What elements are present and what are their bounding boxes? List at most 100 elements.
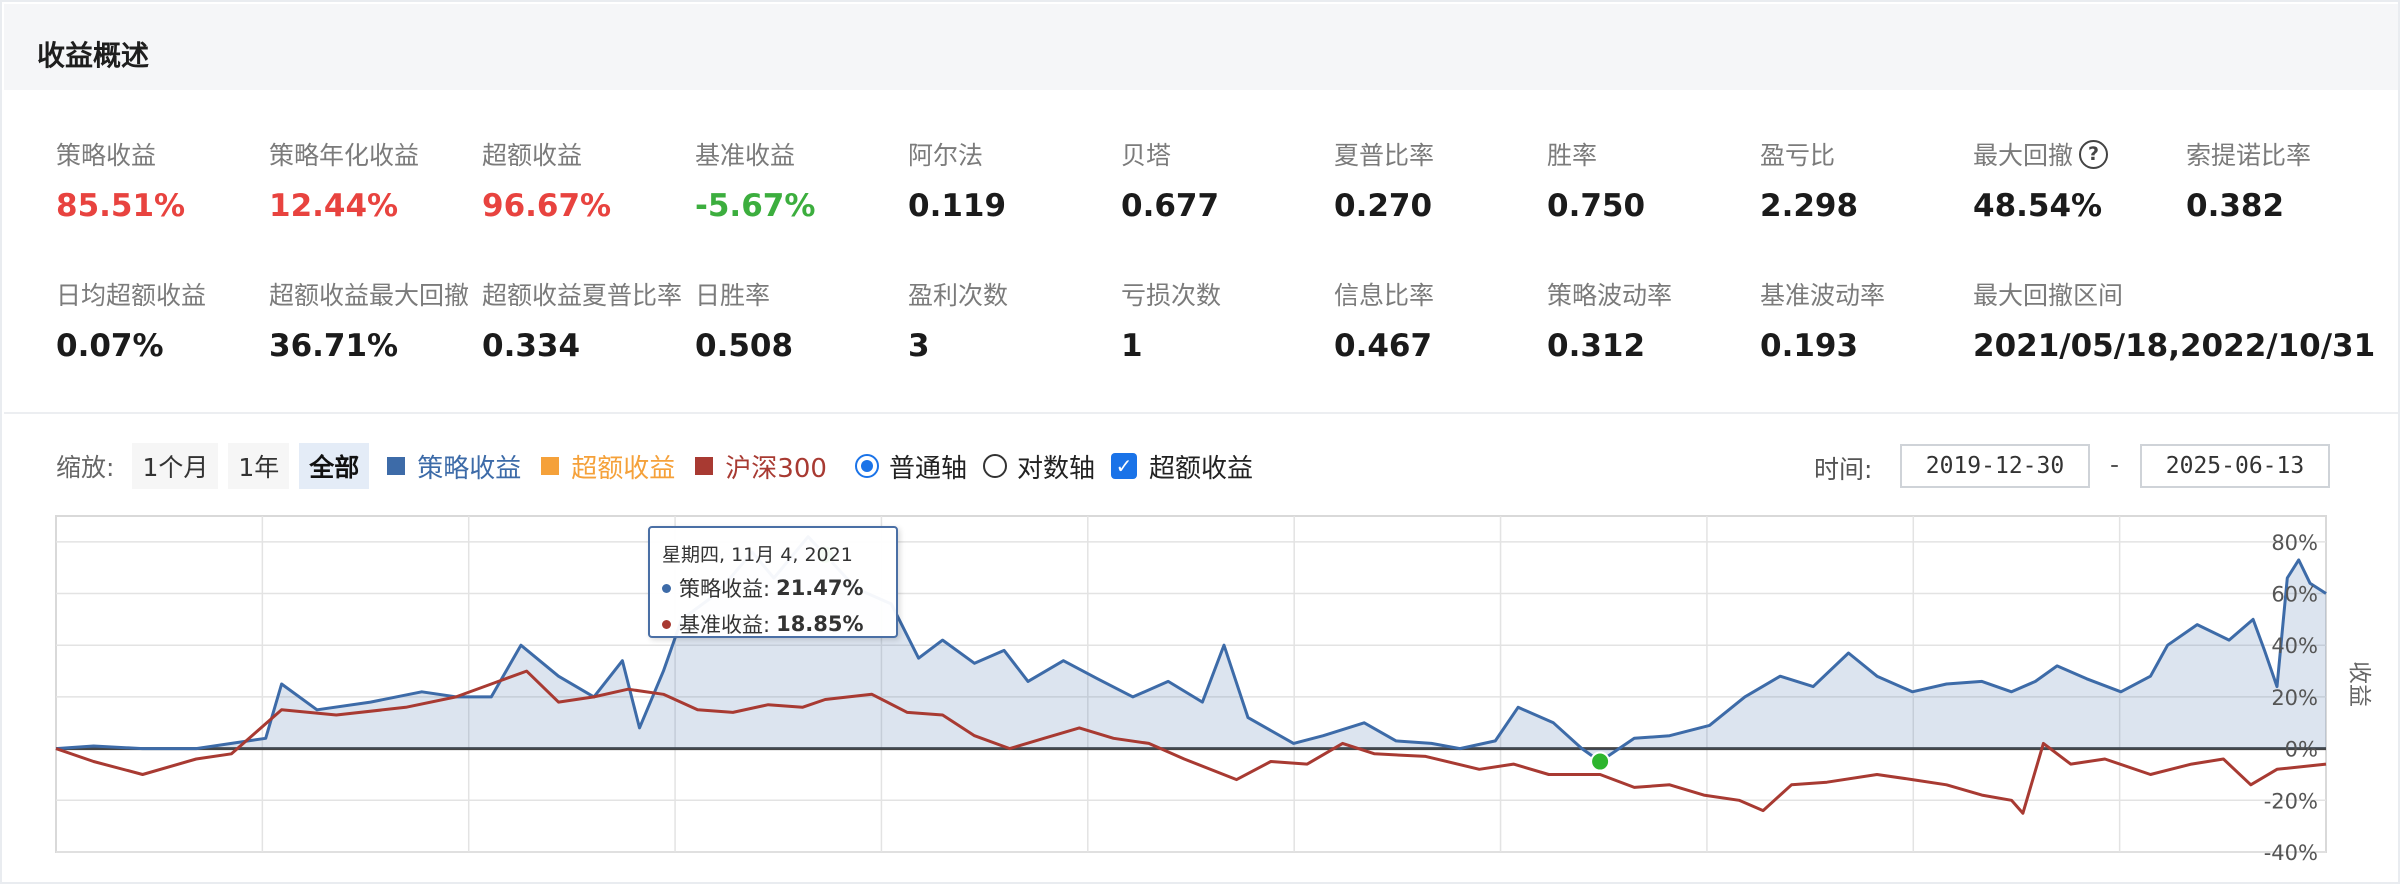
legend-strategy-return[interactable]: 策略收益 bbox=[387, 448, 521, 485]
y-tick-label: -20% bbox=[2264, 789, 2318, 813]
metric-value: 2021/05/18,2022/10/31 bbox=[1973, 328, 2376, 364]
zoom-1-month-button[interactable]: 1个月 bbox=[132, 443, 219, 489]
normal-axis-label: 普通轴 bbox=[888, 453, 967, 484]
tooltip-benchmark-label: 基准收益: bbox=[679, 613, 771, 637]
metric-value: 0.07% bbox=[56, 328, 164, 364]
radio-log-axis[interactable] bbox=[982, 454, 1007, 478]
metric-label-text: 盈亏比 bbox=[1760, 141, 1836, 170]
metric-6: 夏普比率 0.270 bbox=[1334, 136, 1544, 224]
metric-17: 信息比率 0.467 bbox=[1334, 276, 1544, 364]
metric-label-text: 最大回撤区间 bbox=[1973, 281, 2124, 310]
metric-value: 85.51% bbox=[56, 188, 186, 224]
chart-tooltip: 星期四, 11月 4, 2021 策略收益: 21.47% 基准收益: 18.8… bbox=[648, 526, 898, 638]
metric-label: 策略年化收益 bbox=[269, 136, 479, 172]
metric-9: 最大回撤? 48.54% bbox=[1973, 136, 2183, 224]
zoom-all-button[interactable]: 全部 bbox=[299, 443, 370, 489]
legend-hs300-label: 沪深300 bbox=[725, 453, 827, 484]
help-icon[interactable]: ? bbox=[2079, 139, 2109, 169]
metric-value: 0.750 bbox=[1547, 188, 1646, 224]
metric-value: 0.467 bbox=[1334, 328, 1433, 364]
tooltip-row-strategy: 策略收益: 21.47% bbox=[662, 573, 884, 603]
metric-label-text: 策略收益 bbox=[56, 141, 157, 170]
radio-normal-axis[interactable] bbox=[854, 454, 879, 478]
metric-label-text: 日胜率 bbox=[695, 281, 771, 310]
metric-label-text: 基准收益 bbox=[695, 141, 796, 170]
metric-value: 0.382 bbox=[2186, 188, 2285, 224]
metric-label-text: 策略年化收益 bbox=[269, 141, 420, 170]
metric-4: 阿尔法 0.119 bbox=[908, 136, 1118, 224]
metric-16: 亏损次数 1 bbox=[1121, 276, 1331, 364]
metric-label: 超额收益 bbox=[482, 136, 692, 172]
metric-8: 盈亏比 2.298 bbox=[1760, 136, 1970, 224]
metric-label: 胜率 bbox=[1547, 136, 1757, 172]
legend-swatch-hs300 bbox=[695, 457, 714, 475]
chart-toolbar: 缩放: 1个月 1年 全部 策略收益 超额收益 沪深300 普通轴 对数轴 ✓ … bbox=[56, 440, 1253, 492]
y-axis-title: 收益 bbox=[2346, 661, 2372, 707]
metric-label-text: 夏普比率 bbox=[1334, 141, 1435, 170]
metric-label: 最大回撤区间 bbox=[1973, 276, 2373, 312]
metric-20: 最大回撤区间 2021/05/18,2022/10/31 bbox=[1973, 276, 2376, 364]
metric-value: -5.67% bbox=[695, 188, 816, 224]
metric-19: 基准波动率 0.193 bbox=[1760, 276, 1970, 364]
legend-hs300[interactable]: 沪深300 bbox=[695, 448, 827, 485]
zoom-1-year-button[interactable]: 1年 bbox=[228, 443, 290, 489]
metric-label-text: 亏损次数 bbox=[1121, 281, 1222, 310]
metric-value: 0.119 bbox=[908, 188, 1007, 224]
metric-label: 日胜率 bbox=[695, 276, 905, 312]
metric-value: 0.270 bbox=[1334, 188, 1433, 224]
metric-label: 贝塔 bbox=[1121, 136, 1331, 172]
metric-label: 索提诺比率 bbox=[2186, 136, 2396, 172]
metric-label-text: 阿尔法 bbox=[908, 141, 984, 170]
metric-value: 48.54% bbox=[1973, 188, 2103, 224]
highlight-point bbox=[1590, 751, 1611, 772]
metric-label: 夏普比率 bbox=[1334, 136, 1544, 172]
legend-excess-label: 超额收益 bbox=[571, 453, 676, 484]
metric-label: 超额收益夏普比率 bbox=[482, 276, 692, 312]
metric-5: 贝塔 0.677 bbox=[1121, 136, 1331, 224]
y-tick-label: 60% bbox=[2271, 583, 2318, 607]
metric-value: 0.508 bbox=[695, 328, 794, 364]
tooltip-strategy-label: 策略收益: bbox=[679, 577, 771, 601]
metric-1: 策略年化收益 12.44% bbox=[269, 136, 479, 224]
legend-excess-return[interactable]: 超额收益 bbox=[541, 448, 675, 485]
excess-return-checkbox[interactable]: ✓ bbox=[1110, 453, 1137, 479]
legend-strategy-label: 策略收益 bbox=[417, 453, 522, 484]
returns-chart[interactable]: 80% 60% 40% 20% 0% -20% -40% 收益 bbox=[2, 502, 2400, 872]
metric-label-text: 超额收益最大回撤 bbox=[269, 281, 470, 310]
end-date-input[interactable]: 2025-06-13 bbox=[2140, 444, 2330, 488]
tooltip-dot-benchmark bbox=[662, 619, 671, 629]
metric-label-text: 最大回撤 bbox=[1973, 141, 2074, 170]
tooltip-date: 星期四, 11月 4, 2021 bbox=[662, 544, 853, 566]
metric-value: 0.312 bbox=[1547, 328, 1646, 364]
metric-label: 亏损次数 bbox=[1121, 276, 1331, 312]
date-range-dash: - bbox=[2110, 450, 2120, 479]
metric-value: 36.71% bbox=[269, 328, 399, 364]
metric-label-text: 信息比率 bbox=[1334, 281, 1435, 310]
y-tick-label: 80% bbox=[2271, 531, 2318, 555]
metric-11: 日均超额收益 0.07% bbox=[56, 276, 266, 364]
metric-label: 盈亏比 bbox=[1760, 136, 1970, 172]
metric-2: 超额收益 96.67% bbox=[482, 136, 692, 224]
start-date-input[interactable]: 2019-12-30 bbox=[1900, 444, 2090, 488]
metric-value: 12.44% bbox=[269, 188, 399, 224]
metric-label-text: 基准波动率 bbox=[1760, 281, 1886, 310]
excess-return-check-label: 超额收益 bbox=[1148, 453, 1253, 484]
metric-label-text: 日均超额收益 bbox=[56, 281, 207, 310]
metric-10: 索提诺比率 0.382 bbox=[2186, 136, 2396, 224]
tooltip-row-benchmark: 基准收益: 18.85% bbox=[662, 609, 884, 639]
metric-value: 0.677 bbox=[1121, 188, 1220, 224]
metric-label-text: 索提诺比率 bbox=[2186, 141, 2312, 170]
metric-label: 信息比率 bbox=[1334, 276, 1544, 312]
metric-label-text: 胜率 bbox=[1547, 141, 1598, 170]
metric-13: 超额收益夏普比率 0.334 bbox=[482, 276, 692, 364]
legend-swatch-excess bbox=[541, 457, 560, 475]
y-tick-label: 0% bbox=[2285, 738, 2318, 762]
y-tick-label: -40% bbox=[2264, 841, 2318, 865]
metric-label-text: 超额收益 bbox=[482, 141, 583, 170]
tooltip-dot-strategy bbox=[662, 583, 671, 593]
metric-15: 盈利次数 3 bbox=[908, 276, 1118, 364]
metric-label-text: 超额收益夏普比率 bbox=[482, 281, 683, 310]
section-divider bbox=[4, 412, 2398, 414]
metric-7: 胜率 0.750 bbox=[1547, 136, 1757, 224]
returns-overview-panel: 收益概述 策略收益 85.51% 策略年化收益 12.44% 超额收益 96.67% 基准收… bbox=[0, 0, 2400, 884]
